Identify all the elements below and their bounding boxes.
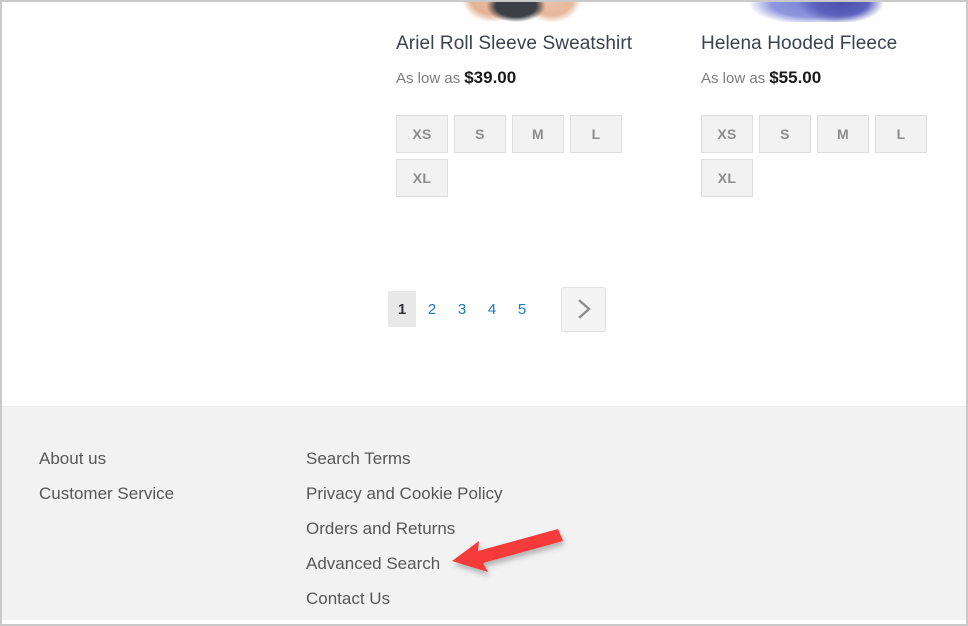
pagination-next-button[interactable] (561, 286, 606, 332)
footer-link-about-us[interactable]: About us (39, 441, 174, 476)
product-card: Ariel Roll Sleeve Sweatshirt As low as $3… (396, 2, 686, 197)
size-swatch-xs[interactable]: XS (701, 115, 753, 153)
size-swatch-list: XS S M L XL (396, 115, 636, 197)
size-swatch-xs[interactable]: XS (396, 115, 448, 153)
site-footer: About us Customer Service Search Terms P… (2, 406, 966, 620)
footer-column-right: Search Terms Privacy and Cookie Policy O… (306, 441, 503, 616)
price-value: $55.00 (769, 68, 822, 87)
footer-link-advanced-search[interactable]: Advanced Search (306, 546, 503, 581)
pagination: 1 2 3 4 5 (388, 286, 606, 332)
pagination-page-4[interactable]: 4 (478, 291, 506, 327)
product-card: Helena Hooded Fleece As low as $55.00 XS … (701, 2, 966, 197)
size-swatch-xl[interactable]: XL (396, 159, 448, 197)
product-price: As low as $55.00 (701, 68, 966, 89)
product-title[interactable]: Ariel Roll Sleeve Sweatshirt (396, 32, 686, 56)
price-value: $39.00 (464, 68, 517, 87)
footer-link-privacy-and-cookie-policy[interactable]: Privacy and Cookie Policy (306, 476, 503, 511)
size-swatch-s[interactable]: S (759, 115, 811, 153)
price-label: As low as (396, 70, 461, 87)
footer-link-contact-us[interactable]: Contact Us (306, 581, 503, 616)
size-swatch-list: XS S M L XL (701, 115, 941, 197)
pagination-page-2[interactable]: 2 (418, 291, 446, 327)
size-swatch-m[interactable]: M (512, 115, 564, 153)
page-frame: Ariel Roll Sleeve Sweatshirt As low as $3… (0, 0, 968, 626)
footer-link-search-terms[interactable]: Search Terms (306, 441, 503, 476)
chevron-right-icon (576, 298, 592, 320)
footer-column-left: About us Customer Service (39, 441, 174, 511)
pagination-page-5[interactable]: 5 (508, 291, 536, 327)
size-swatch-s[interactable]: S (454, 115, 506, 153)
price-label: As low as (701, 70, 766, 87)
product-grid: Ariel Roll Sleeve Sweatshirt As low as $3… (2, 2, 966, 406)
footer-link-customer-service[interactable]: Customer Service (39, 476, 174, 511)
size-swatch-l[interactable]: L (570, 115, 622, 153)
product-title[interactable]: Helena Hooded Fleece (701, 32, 966, 56)
pagination-page-1: 1 (388, 291, 416, 327)
product-price: As low as $39.00 (396, 68, 686, 89)
size-swatch-m[interactable]: M (817, 115, 869, 153)
pagination-page-3[interactable]: 3 (448, 291, 476, 327)
product-image[interactable] (701, 2, 951, 22)
size-swatch-l[interactable]: L (875, 115, 927, 153)
footer-link-orders-and-returns[interactable]: Orders and Returns (306, 511, 503, 546)
product-image[interactable] (396, 2, 646, 22)
size-swatch-xl[interactable]: XL (701, 159, 753, 197)
